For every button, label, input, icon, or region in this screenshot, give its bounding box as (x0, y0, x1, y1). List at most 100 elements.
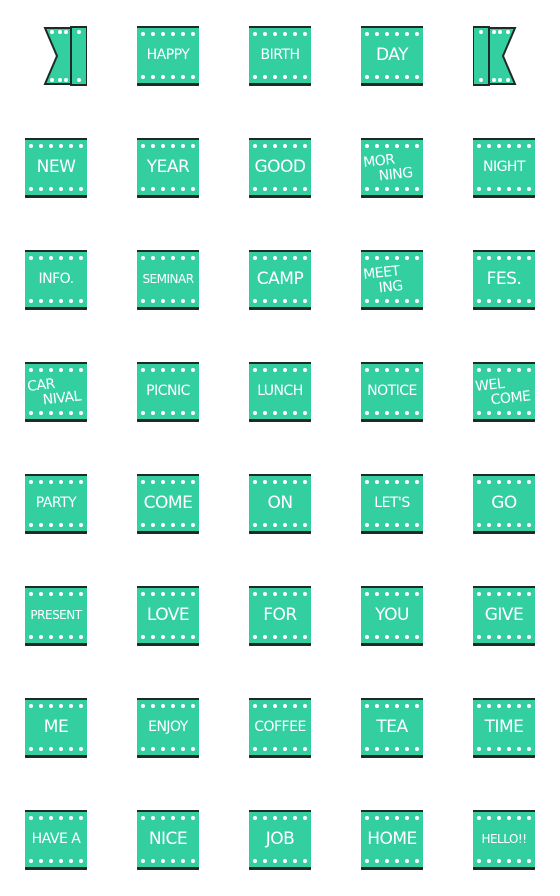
sticker-new[interactable]: NEW (25, 138, 87, 198)
dot-row (249, 144, 311, 148)
sticker-happy[interactable]: HAPPY (137, 26, 199, 86)
dot-row (25, 747, 87, 751)
dot-row (137, 704, 199, 708)
dot-row (361, 75, 423, 79)
dot-row (473, 859, 535, 863)
dot-row (25, 187, 87, 191)
sticker-label: FES. (486, 269, 522, 289)
dot-row (473, 523, 535, 527)
sticker-me[interactable]: ME (25, 698, 87, 758)
sticker-info[interactable]: INFO. (25, 250, 87, 310)
sticker-go[interactable]: GO (473, 474, 535, 534)
dot-row (249, 32, 311, 36)
sticker-good[interactable]: GOOD (249, 138, 311, 198)
sticker-tea[interactable]: TEA (361, 698, 423, 758)
sticker-label: HAPPY (146, 47, 190, 63)
sticker-mor-ning[interactable]: MOR NING (361, 138, 423, 198)
dot-row (137, 144, 199, 148)
sticker-on[interactable]: ON (249, 474, 311, 534)
ribbon-left-sticker[interactable] (25, 26, 88, 86)
sticker-label: PARTY (35, 495, 77, 511)
dot-row (25, 256, 87, 260)
sticker-notice[interactable]: NOTICE (361, 362, 423, 422)
sticker-fes[interactable]: FES. (473, 250, 535, 310)
sticker-label: PICNIC (146, 383, 190, 399)
dot-row (137, 747, 199, 751)
dot-row (25, 816, 87, 820)
sticker-wel-come[interactable]: WEL COME (473, 362, 535, 422)
sticker-label: PRESENT (30, 608, 82, 622)
sticker-present[interactable]: PRESENT (25, 586, 87, 646)
sticker-party[interactable]: PARTY (25, 474, 87, 534)
dot-row (25, 704, 87, 708)
sticker-car-nival[interactable]: CAR NIVAL (25, 362, 87, 422)
dot-row (25, 859, 87, 863)
sticker-label: COME (143, 493, 193, 513)
dot-row (473, 816, 535, 820)
dot-row (361, 144, 423, 148)
dot-row (25, 299, 87, 303)
sticker-camp[interactable]: CAMP (249, 250, 311, 310)
dot-row (473, 299, 535, 303)
sticker-enjoy[interactable]: ENJOY (137, 698, 199, 758)
dot-row (361, 816, 423, 820)
sticker-give[interactable]: GIVE (473, 586, 535, 646)
sticker-label: LET'S (374, 495, 410, 511)
dot-row (137, 635, 199, 639)
dot-row (249, 411, 311, 415)
sticker-label: HAVE A (31, 831, 81, 847)
sticker-label: GO (491, 493, 517, 513)
dot-row (473, 704, 535, 708)
dot-row (249, 256, 311, 260)
dot-row (249, 859, 311, 863)
sticker-seminar[interactable]: SEMINAR (137, 250, 199, 310)
dot-row (137, 411, 199, 415)
sticker-meet-ing[interactable]: MEET ING (361, 250, 423, 310)
sticker-day[interactable]: DAY (361, 26, 423, 86)
dot-row (249, 368, 311, 372)
sticker-label: YEAR (146, 157, 190, 177)
sticker-hello[interactable]: HELLO!! (473, 810, 535, 870)
sticker-label: ENJOY (148, 719, 188, 735)
sticker-come[interactable]: COME (137, 474, 199, 534)
dot-row (25, 411, 87, 415)
sticker-label: NICE (148, 829, 188, 849)
sticker-you[interactable]: YOU (361, 586, 423, 646)
sticker-let-s[interactable]: LET'S (361, 474, 423, 534)
sticker-night[interactable]: NIGHT (473, 138, 535, 198)
dot-row (361, 859, 423, 863)
dot-row (137, 859, 199, 863)
sticker-coffee[interactable]: COFFEE (249, 698, 311, 758)
sticker-label: JOB (265, 829, 295, 849)
ribbon-right-sticker[interactable] (472, 26, 535, 86)
sticker-label: WEL COME (474, 375, 532, 408)
sticker-label: YOU (375, 605, 409, 625)
dot-row (473, 187, 535, 191)
dot-row (25, 592, 87, 596)
dot-row (473, 368, 535, 372)
dot-row (361, 411, 423, 415)
sticker-label: CAR NIVAL (26, 375, 82, 408)
sticker-label: LUNCH (257, 383, 303, 399)
sticker-have-a[interactable]: HAVE A (25, 810, 87, 870)
sticker-birth[interactable]: BIRTH (249, 26, 311, 86)
sticker-label: DAY (376, 45, 409, 65)
sticker-home[interactable]: HOME (361, 810, 423, 870)
dot-row (249, 816, 311, 820)
sticker-nice[interactable]: NICE (137, 810, 199, 870)
dot-row (361, 187, 423, 191)
sticker-time[interactable]: TIME (473, 698, 535, 758)
dot-row (249, 187, 311, 191)
sticker-label: TIME (484, 717, 524, 737)
sticker-picnic[interactable]: PICNIC (137, 362, 199, 422)
sticker-label: HOME (367, 829, 417, 849)
dot-row (361, 635, 423, 639)
sticker-year[interactable]: YEAR (137, 138, 199, 198)
dot-row (473, 592, 535, 596)
sticker-lunch[interactable]: LUNCH (249, 362, 311, 422)
sticker-love[interactable]: LOVE (137, 586, 199, 646)
sticker-label: BIRTH (260, 47, 300, 63)
sticker-for[interactable]: FOR (249, 586, 311, 646)
dot-row (137, 480, 199, 484)
sticker-job[interactable]: JOB (249, 810, 311, 870)
